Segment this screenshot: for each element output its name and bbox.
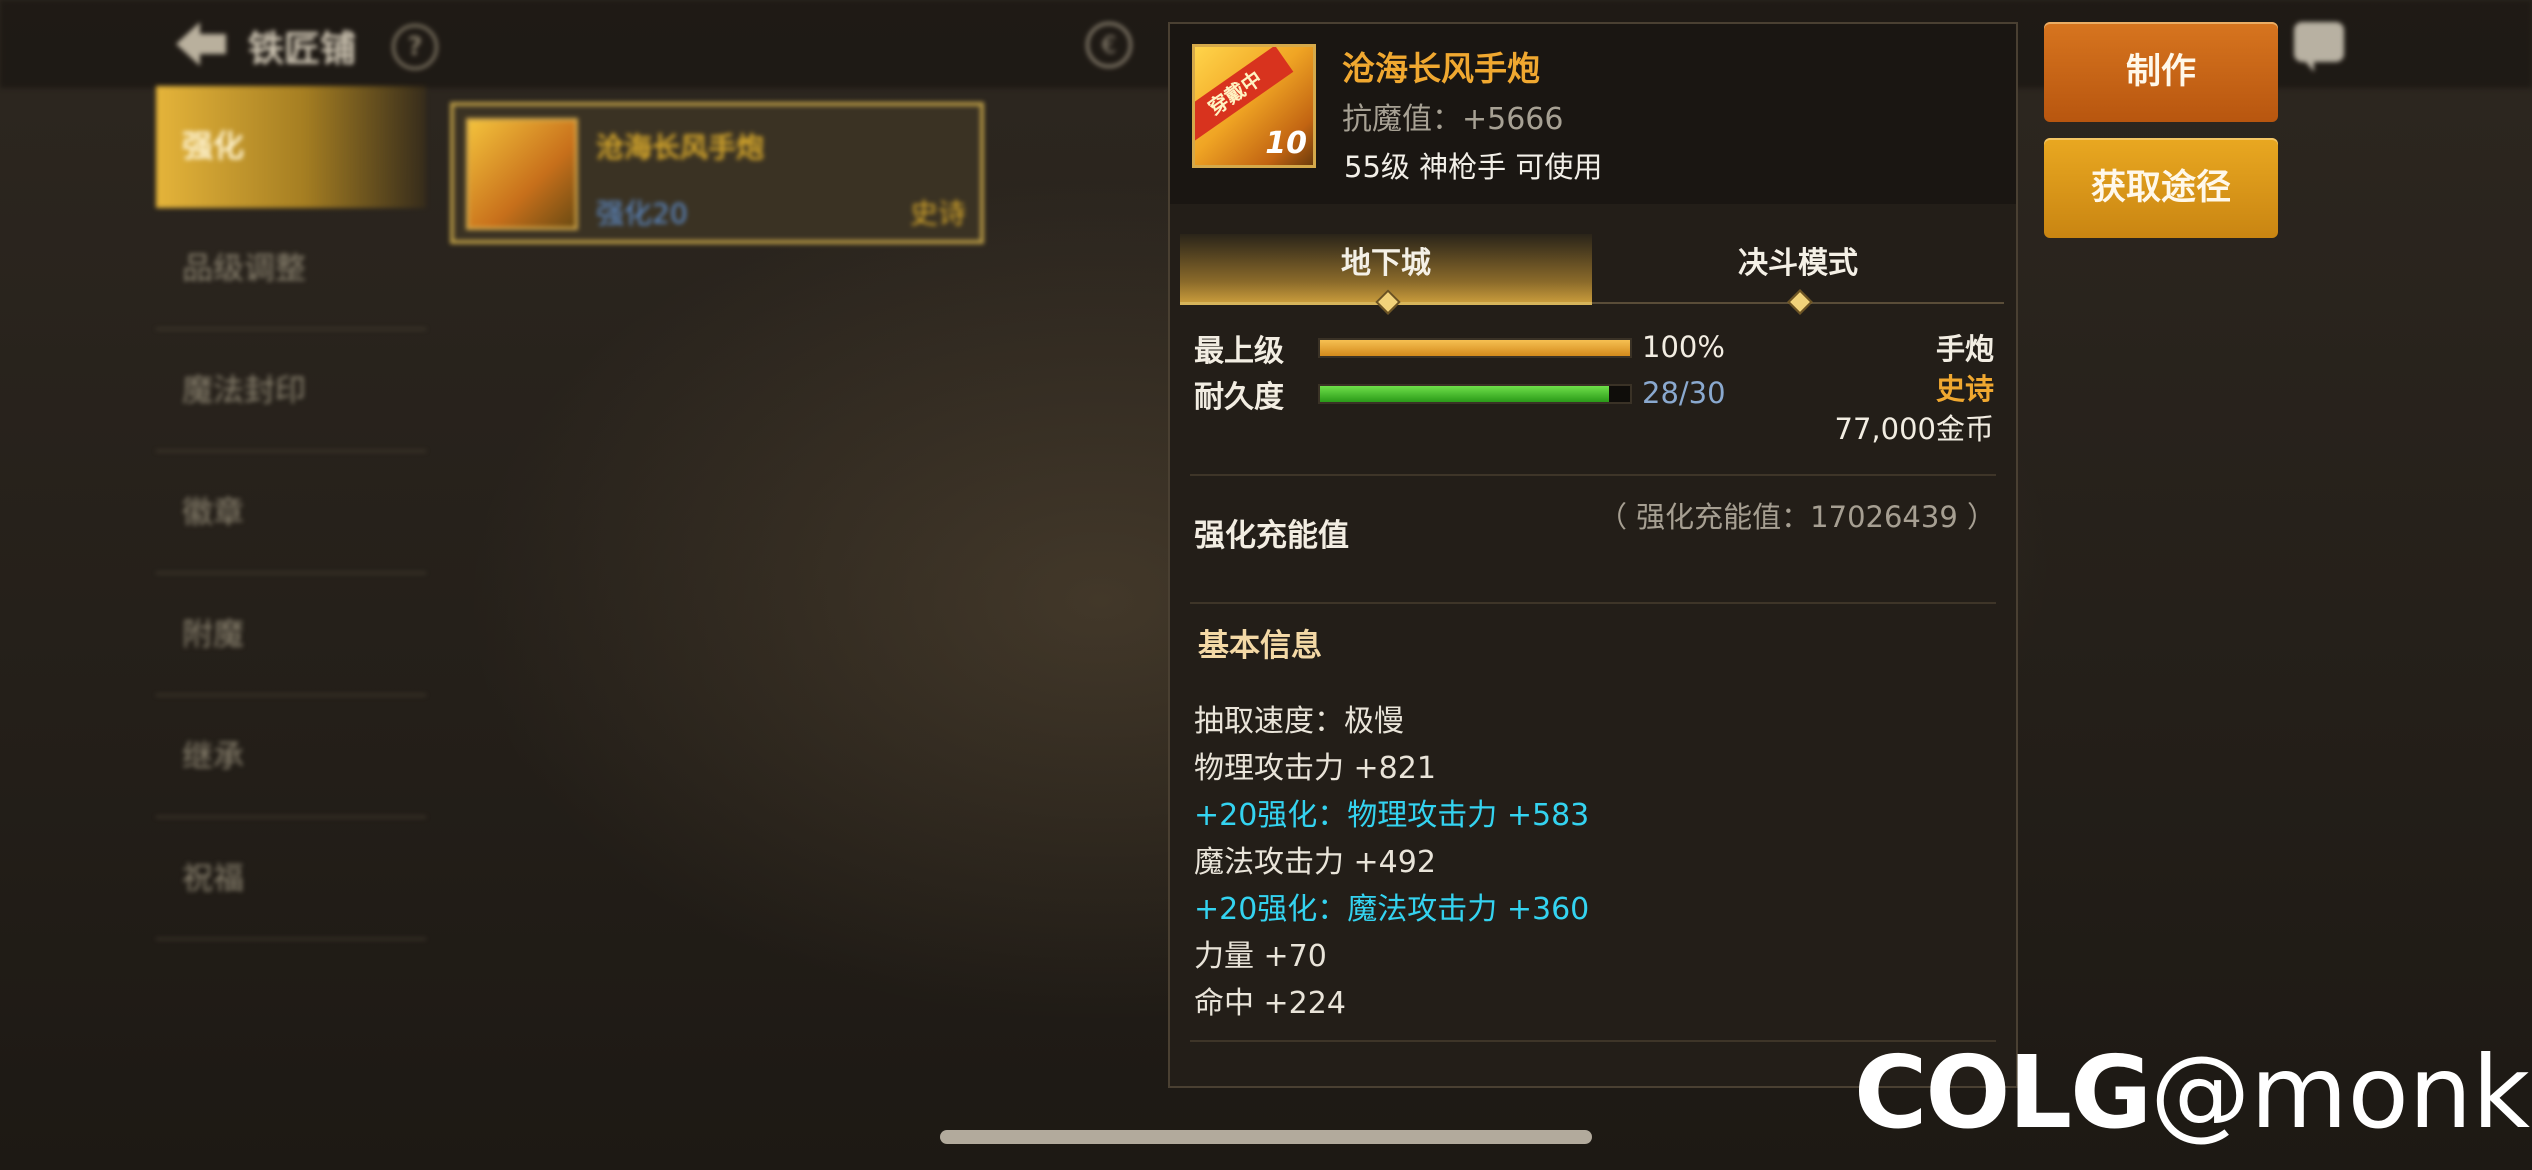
tab-dungeon[interactable]: 地下城 bbox=[1180, 234, 1592, 315]
sidebar-item-bless[interactable]: 祝福 bbox=[156, 818, 426, 940]
sidebar-item-enchant[interactable]: 附魔 bbox=[156, 574, 426, 696]
max-level-label: 最上级 bbox=[1194, 334, 1284, 369]
equipment-list-item[interactable]: 沧海长风手炮 强化20 史诗 bbox=[450, 102, 984, 244]
rarity: 史诗 bbox=[1935, 372, 1994, 406]
watermark-handle: @monkof bbox=[2150, 1034, 2532, 1151]
charge-label: 强化充能值 bbox=[1194, 518, 1349, 554]
divider bbox=[1190, 602, 1996, 604]
item-requirement: 55级 神枪手 可使用 bbox=[1344, 150, 1603, 184]
item-stat: 抗魔值：+5666 bbox=[1342, 102, 1564, 137]
durability-label: 耐久度 bbox=[1194, 380, 1284, 415]
basic-info-title: 基本信息 bbox=[1198, 628, 1322, 664]
make-button[interactable]: 制作 bbox=[2044, 22, 2278, 122]
hand-cannon-icon: 穿戴中 10 bbox=[1192, 44, 1316, 168]
attribute-line: 魔法攻击力 +492 bbox=[1194, 845, 1436, 880]
acquire-source-button[interactable]: 获取途径 bbox=[2044, 138, 2278, 238]
home-indicator[interactable] bbox=[940, 1130, 1592, 1144]
watermark-brand: COLG bbox=[1854, 1034, 2152, 1151]
tab-indicator-icon bbox=[1787, 289, 1813, 315]
attribute-line: 命中 +224 bbox=[1194, 986, 1346, 1021]
attribute-line: 力量 +70 bbox=[1194, 939, 1327, 974]
help-icon[interactable]: ? bbox=[392, 24, 438, 70]
sidebar-item-seal[interactable]: 魔法封印 bbox=[156, 330, 426, 452]
durability-bar-fill bbox=[1320, 386, 1610, 402]
tab-dungeon-label: 地下城 bbox=[1341, 246, 1431, 281]
price: 77,000金币 bbox=[1834, 412, 1994, 446]
list-item-name: 沧海长风手炮 bbox=[596, 131, 765, 164]
sidebar-item-enhance[interactable]: 强化 bbox=[156, 86, 426, 208]
chat-icon[interactable] bbox=[2294, 22, 2344, 72]
attribute-line: 物理攻击力 +821 bbox=[1194, 751, 1436, 786]
weapon-type: 手炮 bbox=[1935, 332, 1994, 366]
item-name: 沧海长风手炮 bbox=[1342, 49, 1540, 88]
sidebar-item-inherit[interactable]: 继承 bbox=[156, 696, 426, 818]
enhance-level-badge: 10 bbox=[1265, 126, 1307, 161]
tab-pvp[interactable]: 决斗模式 bbox=[1592, 234, 2004, 315]
item-tooltip-panel: 穿戴中 10 沧海长风手炮 抗魔值：+5666 55级 神枪手 可使用 地下城 … bbox=[1168, 22, 2018, 1088]
sidebar: 强化 品级调整 魔法封印 徽章 附魔 继承 祝福 bbox=[156, 86, 426, 940]
max-level-bar-fill bbox=[1320, 340, 1630, 356]
durability-bar bbox=[1318, 384, 1632, 404]
sidebar-item-grade[interactable]: 品级调整 bbox=[156, 208, 426, 330]
weapon-thumbnail-icon bbox=[466, 118, 578, 230]
page-title: 铁匠铺 bbox=[248, 29, 357, 70]
tab-indicator-icon bbox=[1375, 289, 1401, 315]
attribute-line-bonus: +20强化：物理攻击力 +583 bbox=[1194, 798, 1590, 833]
max-level-bar bbox=[1318, 338, 1632, 358]
list-item-grade: 史诗 bbox=[909, 197, 966, 230]
watermark: COLG@monkof bbox=[1854, 1034, 2532, 1151]
item-header: 穿戴中 10 沧海长风手炮 抗魔值：+5666 55级 神枪手 可使用 bbox=[1170, 24, 2016, 204]
currency-icon: € bbox=[1086, 22, 1132, 68]
mode-tabs: 地下城 决斗模式 bbox=[1180, 234, 2004, 315]
charge-value: （ 强化充能值：17026439 ） bbox=[1597, 500, 1996, 534]
durability-value: 28/30 bbox=[1642, 376, 1726, 410]
attribute-line: 抽取速度：极慢 bbox=[1194, 704, 1404, 739]
sidebar-item-emblem[interactable]: 徽章 bbox=[156, 452, 426, 574]
list-item-level: 强化20 bbox=[596, 197, 688, 230]
back-arrow-icon[interactable] bbox=[170, 18, 230, 70]
tab-pvp-label: 决斗模式 bbox=[1738, 246, 1858, 281]
max-level-value: 100% bbox=[1642, 330, 1725, 364]
attribute-line-bonus: +20强化：魔法攻击力 +360 bbox=[1194, 892, 1590, 927]
divider bbox=[1190, 474, 1996, 476]
